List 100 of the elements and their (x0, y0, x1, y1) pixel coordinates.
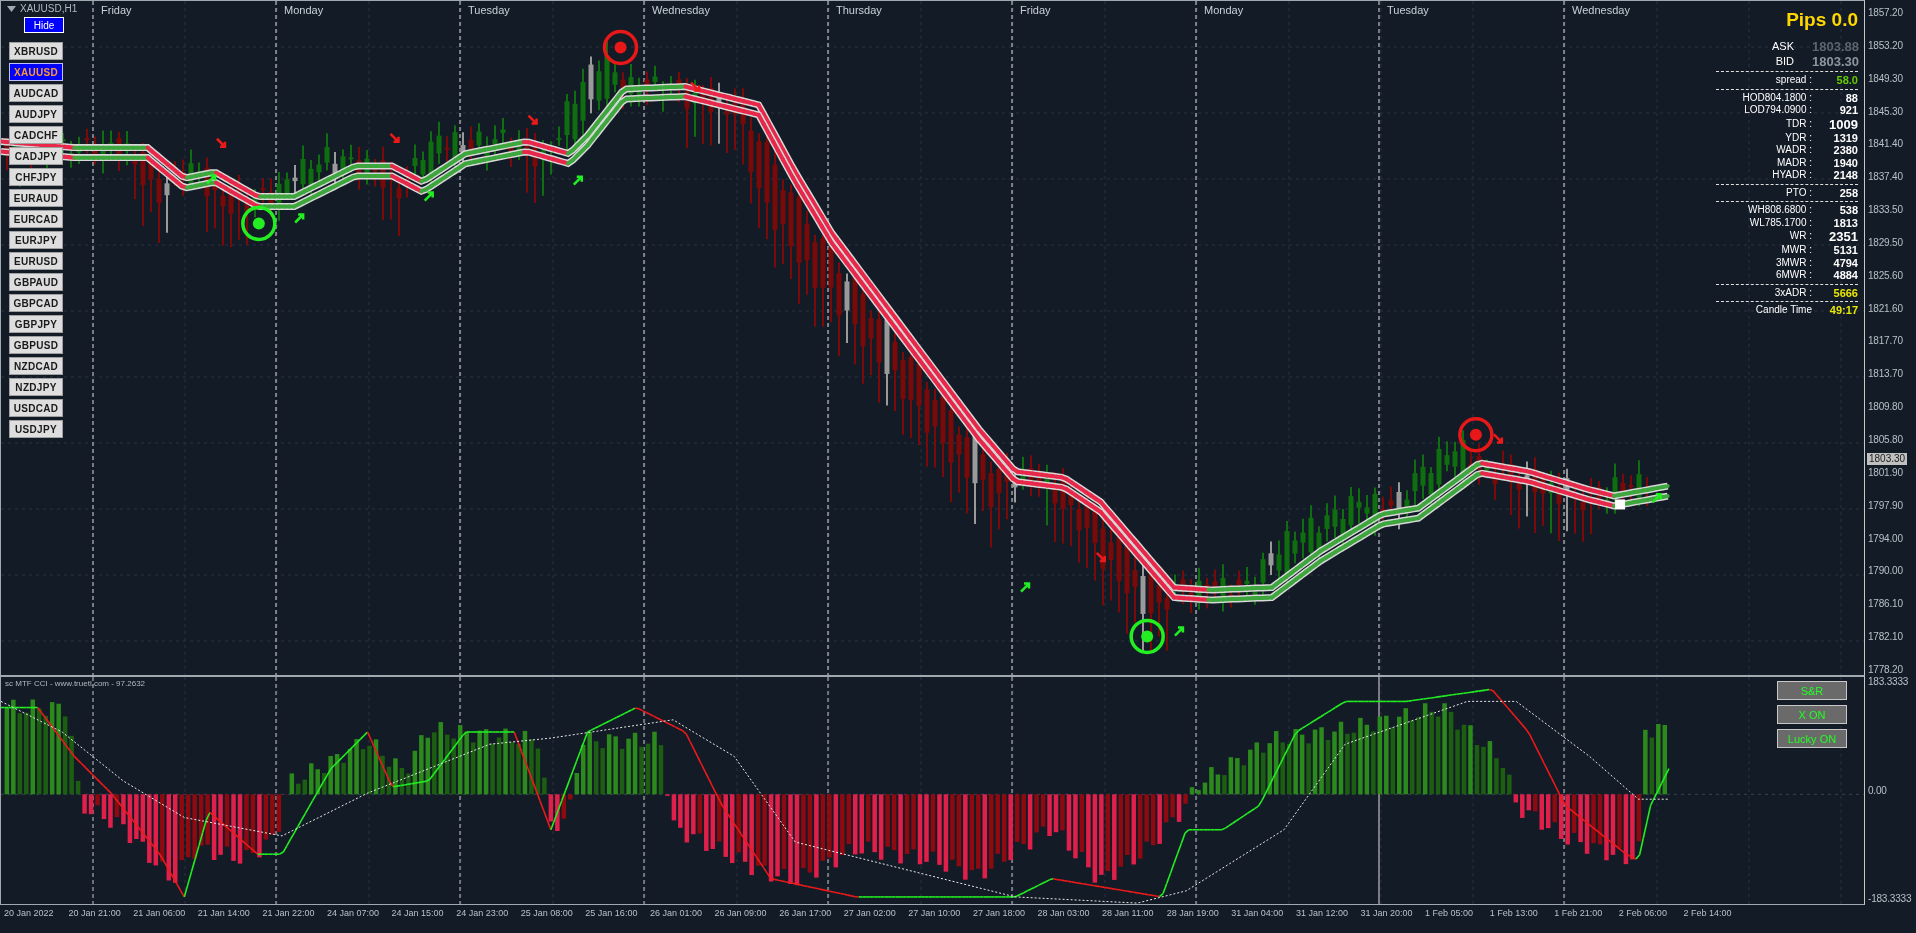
indicator-button[interactable]: X ON (1777, 705, 1847, 724)
indicator-button[interactable]: S&R (1777, 681, 1847, 700)
symbol-button[interactable]: EURAUD (9, 189, 63, 207)
time-label: 31 Jan 12:00 (1295, 908, 1349, 918)
symbol-button[interactable]: NZDCAD (9, 357, 63, 375)
stat-label: Candle Time (1754, 304, 1812, 317)
symbol-button[interactable]: GBPAUD (9, 273, 63, 291)
stat-value: 5131 (1832, 244, 1858, 257)
symbol-button[interactable]: USDCAD (9, 399, 63, 417)
symbol-button[interactable]: CADJPY (9, 147, 63, 165)
time-label: 1 Feb 13:00 (1489, 908, 1539, 918)
day-label: Wednesday (652, 4, 710, 16)
price-tick: 1829.50 (1867, 236, 1904, 249)
symbol-button[interactable]: GBPUSD (9, 336, 63, 354)
stat-value: 2148 (1832, 169, 1858, 182)
price-tick: 1845.30 (1867, 105, 1904, 118)
symbol-button[interactable]: EURCAD (9, 210, 63, 228)
stat-label: MWR : (1780, 244, 1812, 257)
symbol-button[interactable]: CADCHF (9, 126, 63, 144)
time-label: 25 Jan 08:00 (520, 908, 574, 918)
stat-value: 1009 (1828, 116, 1858, 132)
symbol-button[interactable]: USDJPY (9, 420, 63, 438)
stat-label: 3xADR : (1773, 286, 1812, 299)
price-tick: 1805.80 (1867, 433, 1904, 446)
price-tick: 1801.90 (1867, 466, 1904, 479)
stat-value: 1319 (1832, 131, 1858, 144)
price-tick: 1797.90 (1867, 499, 1904, 512)
current-price-label: 1803.30 (1867, 453, 1908, 465)
price-tick: 1857.20 (1867, 7, 1904, 19)
day-label: Wednesday (1572, 4, 1630, 16)
time-label: 31 Jan 20:00 (1360, 908, 1414, 918)
price-tick: 1786.10 (1867, 598, 1904, 611)
chart-title: XAUUSD,H1 (20, 3, 78, 14)
time-label: 31 Jan 04:00 (1231, 908, 1285, 918)
stat-value: 1813 (1832, 216, 1858, 229)
stat-label: BID (1774, 54, 1795, 69)
stat-value: 1940 (1832, 156, 1858, 169)
stat-label: MADR : (1776, 156, 1812, 169)
time-label: 27 Jan 18:00 (972, 908, 1026, 918)
time-label: 21 Jan 06:00 (133, 908, 187, 918)
indicator-button[interactable]: Lucky ON (1777, 729, 1847, 748)
price-tick: 1794.00 (1867, 532, 1904, 545)
stat-label: WR : (1788, 230, 1812, 243)
price-tick: 1849.30 (1867, 72, 1904, 85)
day-label: Thursday (836, 4, 882, 16)
symbol-button[interactable]: GBPCAD (9, 294, 63, 312)
dropdown-icon[interactable] (7, 5, 16, 12)
time-label: 27 Jan 10:00 (908, 908, 962, 918)
stat-label: spread : (1774, 74, 1812, 87)
stat-label: HOD804.1800 : (1741, 91, 1812, 104)
stat-label: YDR : (1784, 131, 1812, 144)
stat-label: TDR : (1784, 117, 1812, 131)
symbol-button[interactable]: GBPJPY (9, 315, 63, 333)
stat-value: 49:17 (1828, 304, 1858, 317)
time-label: 26 Jan 09:00 (714, 908, 768, 918)
stat-value: 538 (1838, 204, 1858, 217)
symbol-button[interactable]: AUDCAD (9, 84, 63, 102)
hide-button[interactable]: Hide (24, 17, 64, 33)
stat-value: 4794 (1832, 256, 1858, 269)
symbol-button[interactable]: XBRUSD (9, 42, 63, 60)
stat-label: LOD794.0900 : (1743, 104, 1812, 117)
time-label: 2 Feb 14:00 (1683, 908, 1733, 918)
stat-value: 258 (1838, 186, 1858, 199)
time-label: 27 Jan 02:00 (843, 908, 897, 918)
symbol-button[interactable]: NZDJPY (9, 378, 63, 396)
price-tick: 1813.70 (1867, 368, 1904, 381)
time-label: 24 Jan 07:00 (326, 908, 380, 918)
symbol-button[interactable]: AUDJPY (9, 105, 63, 123)
symbol-button[interactable]: XAUUSD (9, 63, 63, 81)
symbol-button[interactable]: EURUSD (9, 252, 63, 270)
time-label: 20 Jan 2022 (4, 908, 55, 918)
price-tick: 1817.70 (1867, 335, 1904, 348)
price-tick: 1837.40 (1867, 171, 1904, 184)
stat-label: 6MWR : (1774, 269, 1812, 282)
stat-label: HYADR : (1771, 169, 1812, 182)
price-tick: 1833.50 (1867, 204, 1904, 217)
time-label: 2 Feb 06:00 (1618, 908, 1668, 918)
stat-label: WL785.1700 : (1748, 216, 1812, 229)
price-tick: 1825.60 (1867, 269, 1904, 282)
indicator-title: sc MTF CCI - www.truetl.com - 97.2632 (5, 679, 146, 688)
symbol-button[interactable]: CHFJPY (9, 168, 63, 186)
stat-label: 3MWR : (1774, 256, 1812, 269)
time-label: 1 Feb 05:00 (1425, 908, 1475, 918)
stat-label: ASK (1771, 39, 1795, 54)
time-label: 21 Jan 14:00 (197, 908, 251, 918)
stat-value: 58.0 (1835, 74, 1858, 87)
symbol-button[interactable]: EURJPY (9, 231, 63, 249)
price-tick: 1778.20 (1867, 663, 1904, 676)
stat-value: 2351 (1828, 229, 1858, 244)
time-label: 24 Jan 15:00 (391, 908, 445, 918)
stat-value: 921 (1838, 104, 1858, 117)
stat-label: WH808.6800 : (1747, 204, 1812, 217)
indicator-tick: 183.3333 (1867, 676, 1910, 688)
day-label: Monday (284, 4, 324, 16)
price-tick: 1782.10 (1867, 631, 1904, 644)
price-tick: 1790.00 (1867, 565, 1904, 578)
price-tick: 1853.20 (1867, 39, 1904, 52)
time-label: 25 Jan 16:00 (585, 908, 639, 918)
stat-value: 1803.88 (1812, 39, 1858, 54)
indicator-tick: -183.3333 (1867, 893, 1913, 905)
